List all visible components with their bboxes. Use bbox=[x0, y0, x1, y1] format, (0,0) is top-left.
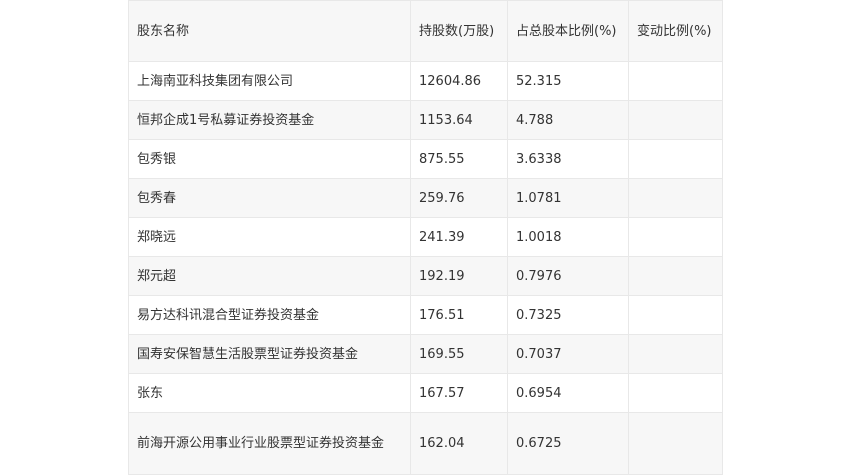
cell-shareholder-name: 郑晓远 bbox=[128, 217, 411, 257]
table-row: 包秀银 875.55 3.6338 bbox=[128, 139, 723, 179]
cell-shares: 1153.64 bbox=[410, 100, 508, 140]
cell-shareholder-name: 郑元超 bbox=[128, 256, 411, 296]
cell-change bbox=[628, 256, 723, 296]
cell-shares: 169.55 bbox=[410, 334, 508, 374]
cell-ratio: 3.6338 bbox=[507, 139, 629, 179]
table-row: 前海开源公用事业行业股票型证券投资基金 162.04 0.6725 bbox=[128, 412, 723, 475]
cell-shareholder-name: 国寿安保智慧生活股票型证券投资基金 bbox=[128, 334, 411, 374]
cell-shareholder-name: 张东 bbox=[128, 373, 411, 413]
cell-shares: 241.39 bbox=[410, 217, 508, 257]
table-row: 恒邦企成1号私募证券投资基金 1153.64 4.788 bbox=[128, 100, 723, 140]
table-header-row: 股东名称 持股数(万股) 占总股本比例(%) 变动比例(%) bbox=[128, 0, 723, 62]
cell-change bbox=[628, 373, 723, 413]
cell-shareholder-name: 前海开源公用事业行业股票型证券投资基金 bbox=[128, 412, 411, 475]
header-shareholder-name: 股东名称 bbox=[128, 0, 411, 62]
cell-change bbox=[628, 295, 723, 335]
cell-shares: 167.57 bbox=[410, 373, 508, 413]
cell-shares: 12604.86 bbox=[410, 61, 508, 101]
cell-shares: 162.04 bbox=[410, 412, 508, 475]
cell-shareholder-name: 包秀春 bbox=[128, 178, 411, 218]
table-row: 上海南亚科技集团有限公司 12604.86 52.315 bbox=[128, 61, 723, 101]
header-shares: 持股数(万股) bbox=[410, 0, 508, 62]
cell-change bbox=[628, 217, 723, 257]
cell-change bbox=[628, 139, 723, 179]
cell-ratio: 4.788 bbox=[507, 100, 629, 140]
cell-shareholder-name: 上海南亚科技集团有限公司 bbox=[128, 61, 411, 101]
header-ratio: 占总股本比例(%) bbox=[507, 0, 629, 62]
cell-ratio: 0.7325 bbox=[507, 295, 629, 335]
cell-change bbox=[628, 100, 723, 140]
table-row: 郑晓远 241.39 1.0018 bbox=[128, 217, 723, 257]
cell-change bbox=[628, 61, 723, 101]
header-change: 变动比例(%) bbox=[628, 0, 723, 62]
cell-ratio: 1.0018 bbox=[507, 217, 629, 257]
cell-shares: 192.19 bbox=[410, 256, 508, 296]
shareholder-table-container: 股东名称 持股数(万股) 占总股本比例(%) 变动比例(%) 上海南亚科技集团有… bbox=[128, 0, 723, 475]
cell-change bbox=[628, 412, 723, 475]
cell-change bbox=[628, 334, 723, 374]
table-row: 国寿安保智慧生活股票型证券投资基金 169.55 0.7037 bbox=[128, 334, 723, 374]
cell-ratio: 0.7976 bbox=[507, 256, 629, 296]
cell-ratio: 1.0781 bbox=[507, 178, 629, 218]
cell-ratio: 52.315 bbox=[507, 61, 629, 101]
cell-shares: 259.76 bbox=[410, 178, 508, 218]
cell-ratio: 0.7037 bbox=[507, 334, 629, 374]
cell-ratio: 0.6954 bbox=[507, 373, 629, 413]
cell-shareholder-name: 恒邦企成1号私募证券投资基金 bbox=[128, 100, 411, 140]
cell-shareholder-name: 包秀银 bbox=[128, 139, 411, 179]
table-row: 易方达科讯混合型证券投资基金 176.51 0.7325 bbox=[128, 295, 723, 335]
cell-shareholder-name: 易方达科讯混合型证券投资基金 bbox=[128, 295, 411, 335]
table-row: 张东 167.57 0.6954 bbox=[128, 373, 723, 413]
table-row: 包秀春 259.76 1.0781 bbox=[128, 178, 723, 218]
cell-shares: 176.51 bbox=[410, 295, 508, 335]
cell-ratio: 0.6725 bbox=[507, 412, 629, 475]
table-row: 郑元超 192.19 0.7976 bbox=[128, 256, 723, 296]
cell-change bbox=[628, 178, 723, 218]
shareholder-table: 股东名称 持股数(万股) 占总股本比例(%) 变动比例(%) 上海南亚科技集团有… bbox=[128, 0, 723, 475]
cell-shares: 875.55 bbox=[410, 139, 508, 179]
